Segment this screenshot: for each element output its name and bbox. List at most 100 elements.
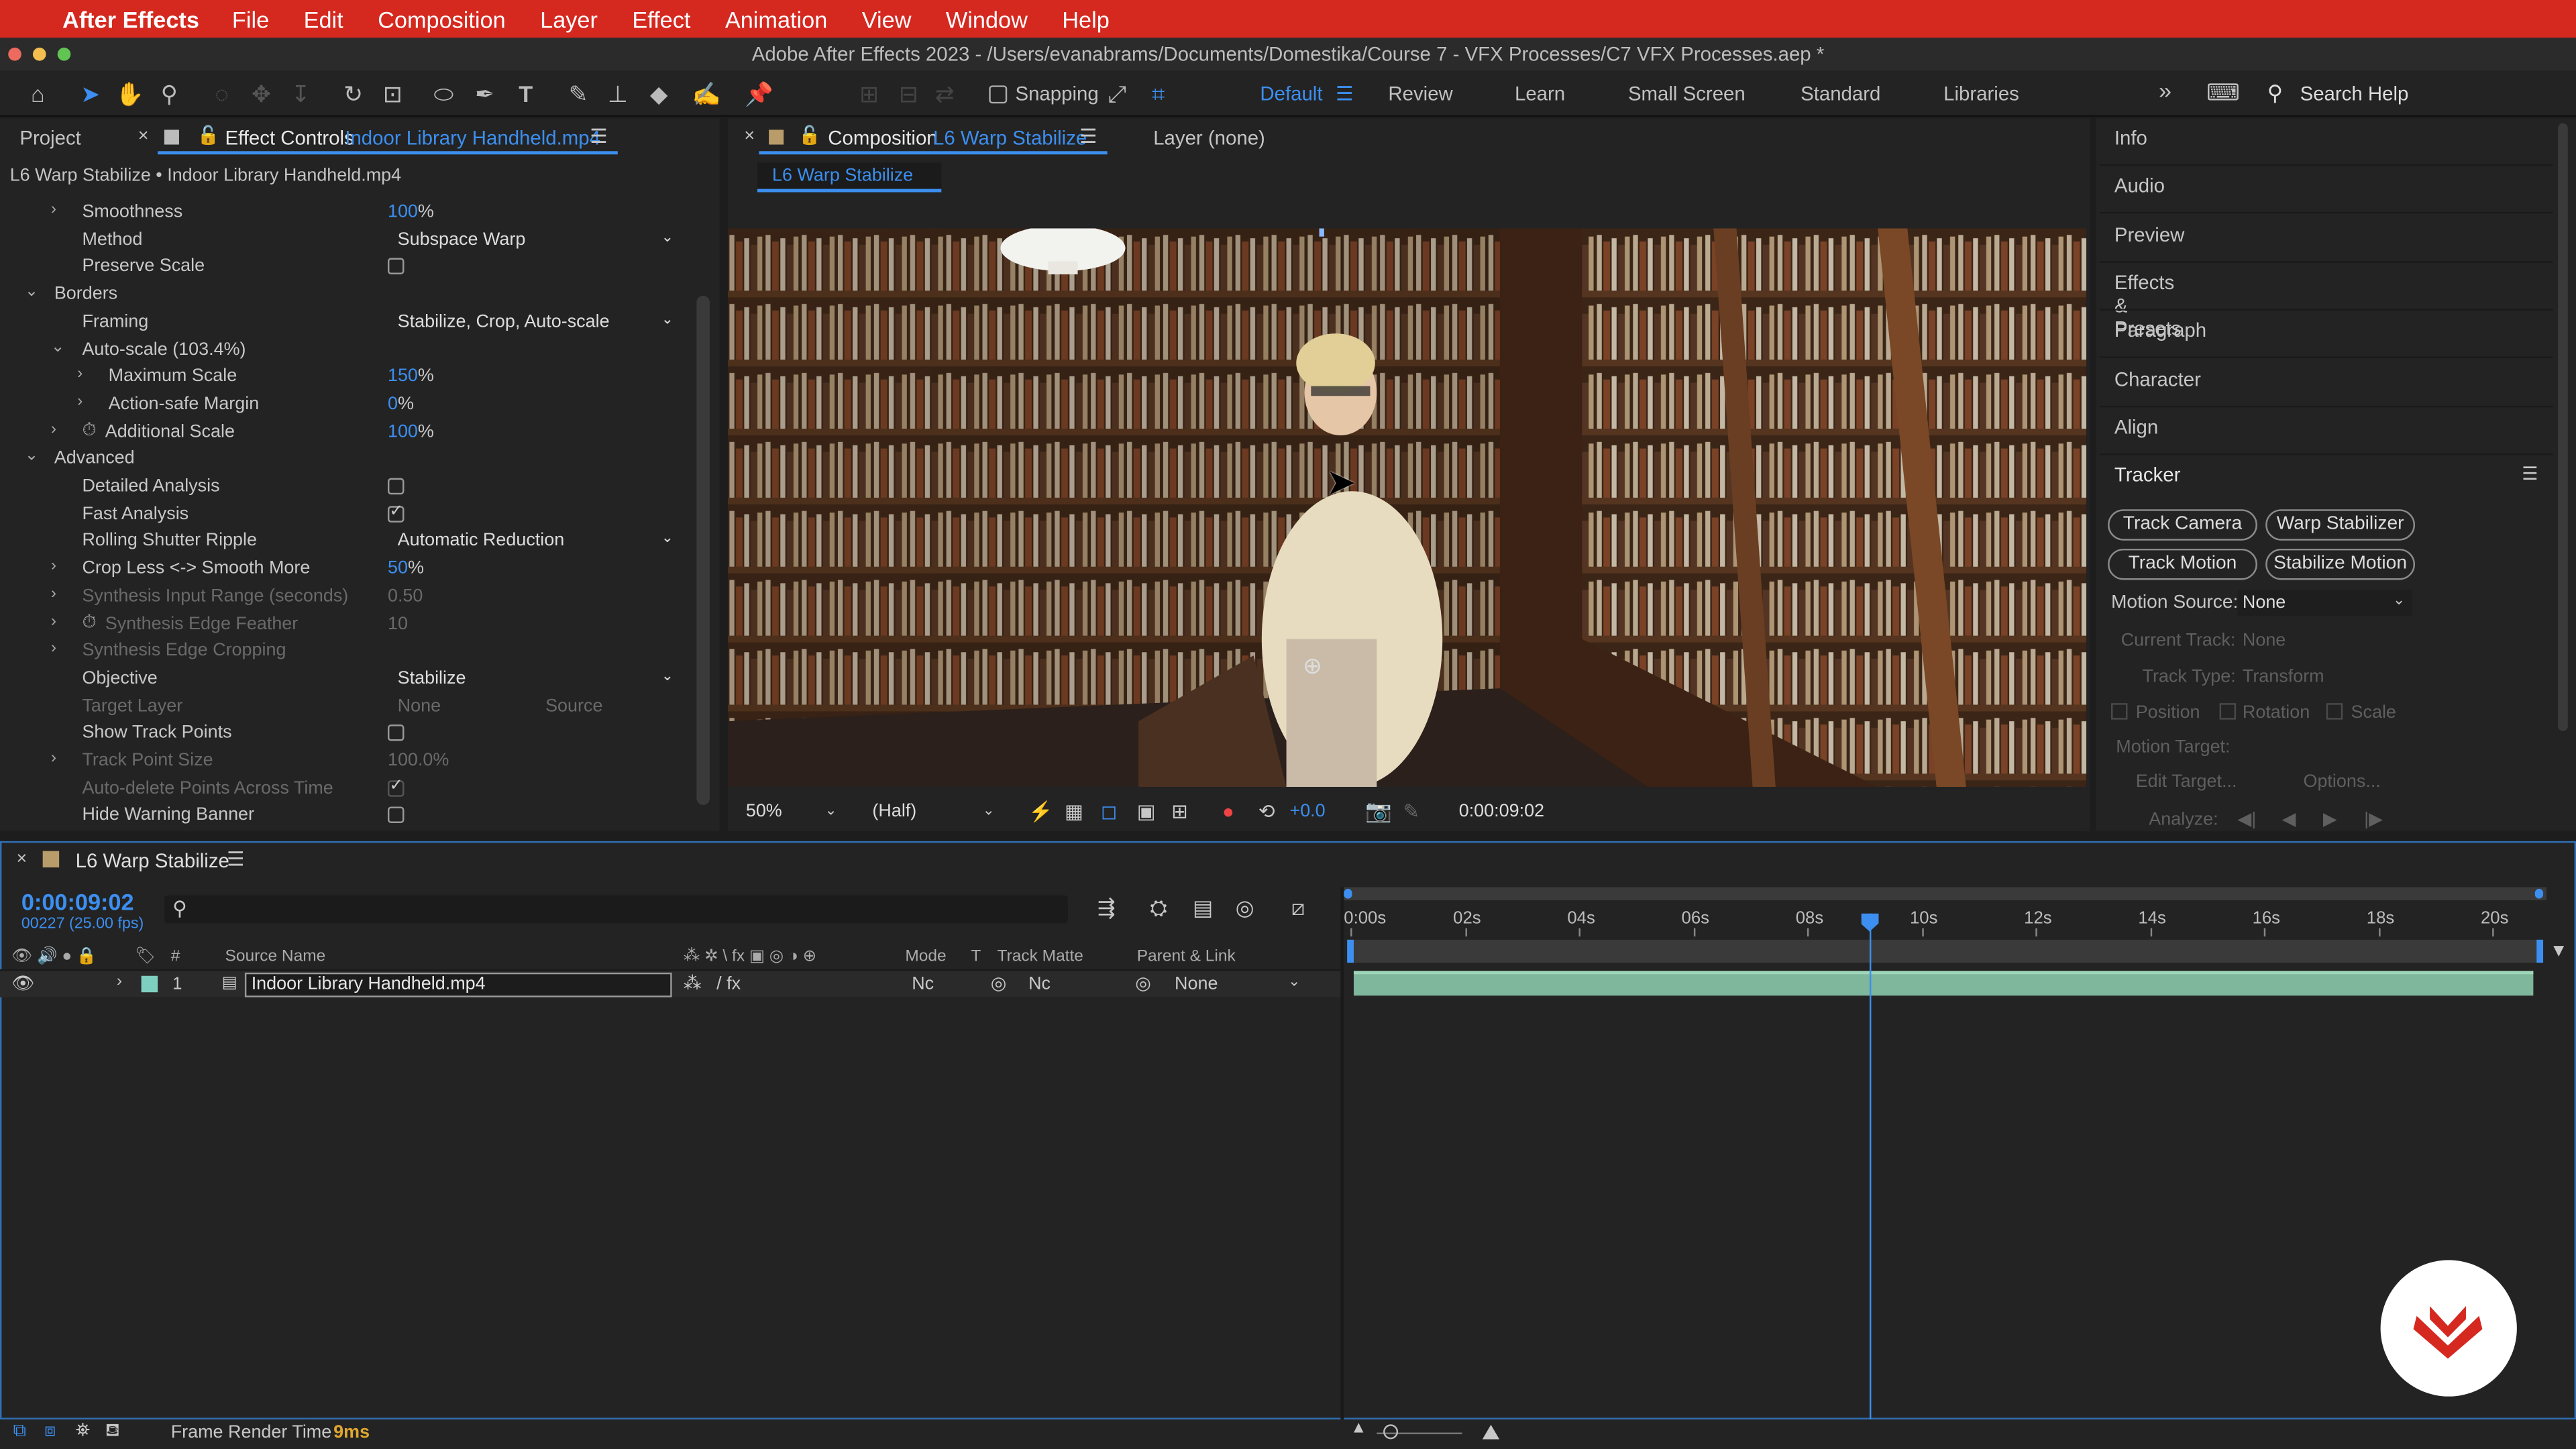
exposure-value[interactable]: +0.0	[1289, 802, 1325, 821]
effect-property-row[interactable]: ⌄ Auto-scale (103.4%)	[0, 336, 690, 364]
tab-effect-controls[interactable]: Effect Controls	[225, 127, 354, 150]
menu-file[interactable]: File	[232, 6, 269, 32]
transparency-grid-icon[interactable]: ▦	[1065, 800, 1083, 823]
timeline-menu-icon[interactable]: ☰	[227, 848, 244, 871]
menu-help[interactable]: Help	[1062, 6, 1110, 32]
effect-property-row[interactable]: Rolling Shutter Ripple Automatic Reductio…	[0, 528, 690, 555]
distribute-icon[interactable]: ⊟	[894, 79, 923, 109]
expand-chevron-right-icon[interactable]: ›	[77, 392, 83, 411]
effect-value-number[interactable]: 50	[388, 559, 408, 578]
navigator-start-handle[interactable]	[1344, 888, 1352, 899]
effect-property-row[interactable]: Hide Warning Banner	[0, 802, 690, 830]
mask-visibility-icon[interactable]: ◻	[1101, 800, 1117, 823]
zoom-tool-icon[interactable]: ⚲	[154, 79, 184, 109]
layer-expand-chevron-icon[interactable]: ›	[117, 973, 122, 991]
show-channel-icon[interactable]: ●	[1222, 800, 1234, 823]
panel-tracker[interactable]: Tracker	[2114, 464, 2181, 486]
region-of-interest-icon[interactable]: ▣	[1137, 800, 1156, 823]
fast-previews-icon[interactable]: ⚡	[1028, 800, 1053, 823]
effect-property-row[interactable]: › Synthesis Input Range (seconds) 0.50	[0, 583, 690, 610]
effect-property-row[interactable]: Framing Stabilize, Crop, Auto-scale ⌄	[0, 309, 690, 336]
comp-mini-flowchart-icon[interactable]: ⇶	[1097, 896, 1116, 922]
menu-animation[interactable]: Animation	[725, 6, 827, 32]
zoom-in-icon[interactable]: ⛰	[1482, 1419, 1500, 1446]
expand-chevron-right-icon[interactable]: ›	[51, 749, 56, 767]
effect-property-row[interactable]: Objective Stabilize ⌄	[0, 665, 690, 693]
warp-stabilizer-button[interactable]: Warp Stabilizer	[2265, 509, 2416, 541]
frame-blending-icon[interactable]: ◎	[1236, 896, 1254, 922]
pen-tool-icon[interactable]: ✒	[470, 79, 499, 109]
effect-property-row[interactable]: › Crop Less <-> Smooth More 50%	[0, 555, 690, 583]
effect-value-number[interactable]: 100	[388, 202, 418, 221]
effect-property-row[interactable]: Show Track Points	[0, 720, 690, 747]
panel-menu-icon[interactable]: ☰	[590, 125, 607, 148]
comp-lock-icon[interactable]: 🔓	[798, 125, 821, 146]
search-help-field[interactable]: ⚲ Search Help	[2261, 77, 2569, 110]
layer-parent-dropdown[interactable]: None	[1175, 974, 1218, 994]
effect-property-row[interactable]: › Action-safe Margin 0%	[0, 391, 690, 419]
zoom-out-icon[interactable]: ▲	[1350, 1419, 1366, 1438]
home-icon[interactable]: ⌂	[23, 79, 52, 109]
reset-exposure-icon[interactable]: ⟲	[1258, 800, 1275, 823]
close-comp-tab-icon[interactable]: ×	[744, 127, 755, 146]
workspace-libraries[interactable]: Libraries	[1943, 82, 2019, 105]
hand-tool-icon[interactable]: ✋	[115, 79, 144, 109]
flip-icon[interactable]: ⇄	[930, 79, 959, 109]
expand-chevron-right-icon[interactable]: ›	[51, 557, 56, 575]
show-snapshot-icon[interactable]: ✎	[1403, 800, 1419, 823]
stopwatch-icon[interactable]: ⏱	[82, 612, 96, 633]
effect-controls-scrollbar[interactable]	[696, 295, 710, 806]
pan-tool-icon[interactable]: ✥	[246, 79, 276, 109]
effect-property-value[interactable]: 50%	[388, 559, 424, 578]
snap-edges-icon[interactable]: ⤢	[1102, 79, 1132, 109]
right-panel-scrollbar[interactable]	[2558, 123, 2568, 731]
menu-app-name[interactable]: After Effects	[62, 6, 199, 32]
effect-property-checkbox[interactable]	[387, 478, 405, 495]
tab-layer[interactable]: Layer (none)	[1153, 127, 1265, 150]
effect-property-value[interactable]: 150%	[388, 367, 434, 386]
effect-property-row[interactable]: Auto-delete Points Across Time	[0, 775, 690, 802]
effect-property-row[interactable]: › Track Point Size 100.0%	[0, 747, 690, 775]
more-workspaces-icon[interactable]: »	[2159, 77, 2171, 103]
layer-matte-dropdown[interactable]: Nc	[1028, 974, 1051, 994]
expand-chevron-right-icon[interactable]: ›	[77, 365, 83, 383]
in-out-toggle-icon[interactable]: ⛯	[76, 1421, 91, 1442]
workspace-learn[interactable]: Learn	[1515, 82, 1565, 105]
tab-project[interactable]: Project	[19, 127, 80, 150]
timeline-current-time[interactable]: 0:00:09:02	[21, 889, 134, 915]
effect-property-dropdown[interactable]: Stabilize ⌄	[388, 665, 680, 690]
render-time-toggle-icon[interactable]: ⛾	[105, 1421, 120, 1444]
shy-layers-icon[interactable]: ▤	[1193, 896, 1213, 922]
parent-pickwhip-icon[interactable]: ◎	[1135, 973, 1151, 994]
grid-guides-icon[interactable]: ⊞	[1171, 800, 1188, 823]
ellipse-tool-icon[interactable]: ⬭	[429, 79, 458, 109]
track-type-value[interactable]: Transform	[2243, 667, 2324, 686]
position-checkbox[interactable]	[2110, 703, 2128, 720]
snapshot-camera-icon[interactable]: 📷	[1365, 798, 1392, 824]
options-button[interactable]: Options...	[2303, 772, 2380, 792]
brush-tool-icon[interactable]: ✎	[564, 79, 593, 109]
effect-value-number[interactable]: 100	[388, 421, 418, 441]
effect-property-checkbox[interactable]	[387, 502, 405, 523]
expand-chevron-down-icon[interactable]: ⌄	[51, 337, 65, 356]
minimize-window-button[interactable]	[32, 48, 46, 61]
scale-checkbox[interactable]	[2326, 703, 2343, 720]
effect-value-number[interactable]: 150	[388, 367, 418, 386]
workspace-small-screen[interactable]: Small Screen	[1628, 82, 1746, 105]
panel-audio[interactable]: Audio	[2114, 174, 2165, 197]
stabilize-motion-button[interactable]: Stabilize Motion	[2265, 548, 2416, 580]
close-timeline-tab-icon[interactable]: ×	[16, 849, 27, 869]
workspace-standard[interactable]: Standard	[1801, 82, 1880, 105]
effect-property-label[interactable]: Advanced	[54, 449, 135, 468]
close-tab-icon[interactable]: ×	[138, 127, 149, 146]
composition-viewer[interactable]: ➤ ⊕	[727, 228, 2087, 788]
type-tool-icon[interactable]: T	[511, 79, 541, 109]
rotation-checkbox[interactable]	[2219, 703, 2237, 720]
motion-source-dropdown[interactable]: None ⌄	[2237, 590, 2412, 616]
workspace-menu-icon[interactable]: ☰	[1336, 82, 1353, 105]
effect-property-row[interactable]: Preserve Scale	[0, 254, 690, 281]
layer-clip-bar[interactable]	[1353, 971, 2534, 996]
menu-composition[interactable]: Composition	[378, 6, 506, 32]
transfer-controls-toggle-icon[interactable]: ⧈	[44, 1421, 56, 1442]
effect-property-value[interactable]: 100%	[388, 421, 434, 441]
